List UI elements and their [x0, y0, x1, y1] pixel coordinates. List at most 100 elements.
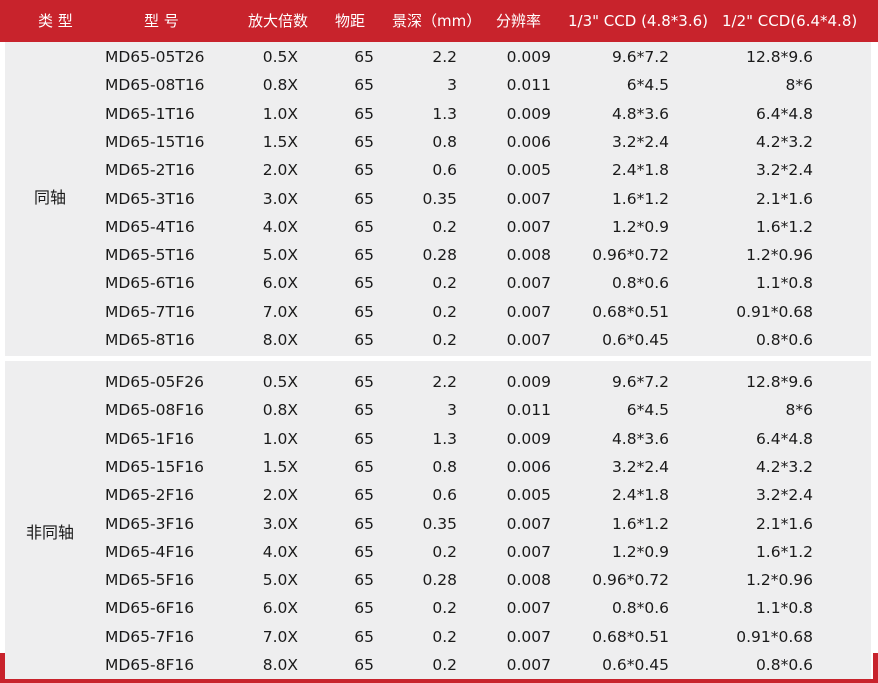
ccd-1-2-cell: 1.1*0.8: [755, 599, 813, 618]
table-row: MD65-8F16 8.0X 65 0.2 0.007 0.6*0.45 0.8*0.6: [5, 651, 871, 679]
model-cell: MD65-4T16: [105, 217, 195, 236]
magnification-cell: 5.0X: [262, 246, 298, 265]
ccd-1-2-cell: 12.8*9.6: [746, 373, 813, 391]
working-distance-cell: 65: [354, 302, 374, 321]
resolution-cell: 0.007: [506, 274, 551, 293]
working-distance-cell: 65: [354, 457, 374, 476]
model-cell: MD65-2F16: [105, 486, 195, 505]
depth-of-field-cell: 0.35: [422, 189, 457, 208]
table-row: MD65-8T16 8.0X 65 0.2 0.007 0.6*0.45 0.8*0.6: [5, 326, 871, 354]
ccd-1-3-cell: 1.6*1.2: [611, 514, 669, 533]
table-row: MD65-05T26 0.5X 65 2.2 0.009 9.6*7.2 12.8*9.6: [5, 43, 871, 71]
depth-of-field-cell: 0.8: [432, 132, 457, 151]
depth-of-field-cell: 3: [447, 76, 457, 95]
working-distance-cell: 65: [354, 656, 374, 674]
depth-of-field-cell: 0.2: [432, 599, 457, 618]
depth-of-field-cell: 0.6: [432, 486, 457, 505]
ccd-1-3-cell: 4.8*3.6: [611, 104, 669, 123]
model-cell: MD65-7T16: [105, 302, 195, 321]
table-row: MD65-5T16 5.0X 65 0.28 0.008 0.96*0.72 1.2*0.9…: [5, 241, 871, 269]
depth-of-field-cell: 0.2: [432, 656, 457, 674]
working-distance-cell: 65: [354, 486, 374, 505]
magnification-cell: 0.5X: [262, 48, 298, 66]
resolution-cell: 0.005: [506, 161, 551, 180]
header-model: 型 号: [144, 12, 179, 30]
depth-of-field-cell: 0.2: [432, 302, 457, 321]
magnification-cell: 0.8X: [262, 76, 298, 95]
table-row: MD65-2F16 2.0X 65 0.6 0.005 2.4*1.8 3.2*2.4: [5, 481, 871, 509]
magnification-cell: 2.0X: [262, 161, 298, 180]
model-cell: MD65-4F16: [105, 542, 195, 561]
depth-of-field-cell: 0.2: [432, 217, 457, 236]
model-cell: MD65-6F16: [105, 599, 195, 618]
working-distance-cell: 65: [354, 571, 374, 590]
ccd-1-3-cell: 0.96*0.72: [592, 246, 669, 265]
resolution-cell: 0.009: [506, 104, 551, 123]
ccd-1-3-cell: 0.8*0.6: [611, 599, 669, 618]
working-distance-cell: 65: [354, 161, 374, 180]
ccd-1-2-cell: 0.91*0.68: [736, 302, 813, 321]
left-accent-bar: [0, 653, 5, 679]
resolution-cell: 0.011: [506, 76, 551, 95]
working-distance-cell: 65: [354, 246, 374, 265]
table-row: MD65-5F16 5.0X 65 0.28 0.008 0.96*0.72 1.2*0.9…: [5, 566, 871, 594]
model-cell: MD65-08F16: [105, 401, 204, 420]
depth-of-field-cell: 3: [447, 401, 457, 420]
table-group-non-coaxial: 非同轴 MD65-05F26 0.5X 65 2.2 0.009 9.6*7.2 12.8*…: [5, 361, 871, 679]
depth-of-field-cell: 0.28: [422, 571, 457, 590]
magnification-cell: 3.0X: [262, 514, 298, 533]
ccd-1-2-cell: 12.8*9.6: [746, 48, 813, 66]
ccd-1-2-cell: 1.2*0.96: [746, 246, 813, 265]
magnification-cell: 8.0X: [262, 331, 298, 349]
table-row: MD65-3F16 3.0X 65 0.35 0.007 1.6*1.2 2.1*1.6: [5, 510, 871, 538]
working-distance-cell: 65: [354, 331, 374, 349]
magnification-cell: 3.0X: [262, 189, 298, 208]
header-working-distance: 物距: [335, 12, 366, 30]
ccd-1-3-cell: 4.8*3.6: [611, 429, 669, 448]
ccd-1-3-cell: 0.96*0.72: [592, 571, 669, 590]
ccd-1-3-cell: 9.6*7.2: [611, 48, 669, 66]
working-distance-cell: 65: [354, 542, 374, 561]
table-row: MD65-1T16 1.0X 65 1.3 0.009 4.8*3.6 6.4*4.8: [5, 100, 871, 128]
working-distance-cell: 65: [354, 274, 374, 293]
table-row: MD65-08T16 0.8X 65 3 0.011 6*4.5 8*6: [5, 71, 871, 99]
working-distance-cell: 65: [354, 48, 374, 66]
ccd-1-3-cell: 3.2*2.4: [611, 132, 669, 151]
ccd-1-3-cell: 0.6*0.45: [602, 331, 669, 349]
resolution-cell: 0.007: [506, 542, 551, 561]
magnification-cell: 7.0X: [262, 302, 298, 321]
model-cell: MD65-15T16: [105, 132, 205, 151]
ccd-1-2-cell: 0.8*0.6: [755, 656, 813, 674]
ccd-1-3-cell: 2.4*1.8: [611, 161, 669, 180]
magnification-cell: 2.0X: [262, 486, 298, 505]
ccd-1-2-cell: 0.8*0.6: [755, 331, 813, 349]
model-cell: MD65-08T16: [105, 76, 205, 95]
working-distance-cell: 65: [354, 401, 374, 420]
magnification-cell: 6.0X: [262, 274, 298, 293]
model-cell: MD65-8T16: [105, 331, 195, 349]
magnification-cell: 0.8X: [262, 401, 298, 420]
ccd-1-3-cell: 1.6*1.2: [611, 189, 669, 208]
resolution-cell: 0.007: [506, 302, 551, 321]
ccd-1-3-cell: 2.4*1.8: [611, 486, 669, 505]
magnification-cell: 1.0X: [262, 104, 298, 123]
header-resolution: 分辨率: [496, 12, 542, 30]
resolution-cell: 0.007: [506, 599, 551, 618]
ccd-1-3-cell: 9.6*7.2: [611, 373, 669, 391]
ccd-1-2-cell: 4.2*3.2: [755, 457, 813, 476]
depth-of-field-cell: 0.2: [432, 542, 457, 561]
model-cell: MD65-1F16: [105, 429, 195, 448]
model-cell: MD65-1T16: [105, 104, 195, 123]
working-distance-cell: 65: [354, 217, 374, 236]
table-group-coaxial: 同轴 MD65-05T26 0.5X 65 2.2 0.009 9.6*7.2 12.8*9…: [5, 42, 871, 356]
bottom-accent-line: [0, 679, 878, 683]
ccd-1-2-cell: 8*6: [785, 401, 813, 420]
table-row: MD65-7T16 7.0X 65 0.2 0.007 0.68*0.51 0.91*0.6…: [5, 298, 871, 326]
ccd-1-2-cell: 1.6*1.2: [755, 217, 813, 236]
working-distance-cell: 65: [354, 429, 374, 448]
magnification-cell: 5.0X: [262, 571, 298, 590]
table-row: MD65-6T16 6.0X 65 0.2 0.007 0.8*0.6 1.1*0.8: [5, 269, 871, 297]
magnification-cell: 1.0X: [262, 429, 298, 448]
depth-of-field-cell: 0.8: [432, 457, 457, 476]
working-distance-cell: 65: [354, 132, 374, 151]
